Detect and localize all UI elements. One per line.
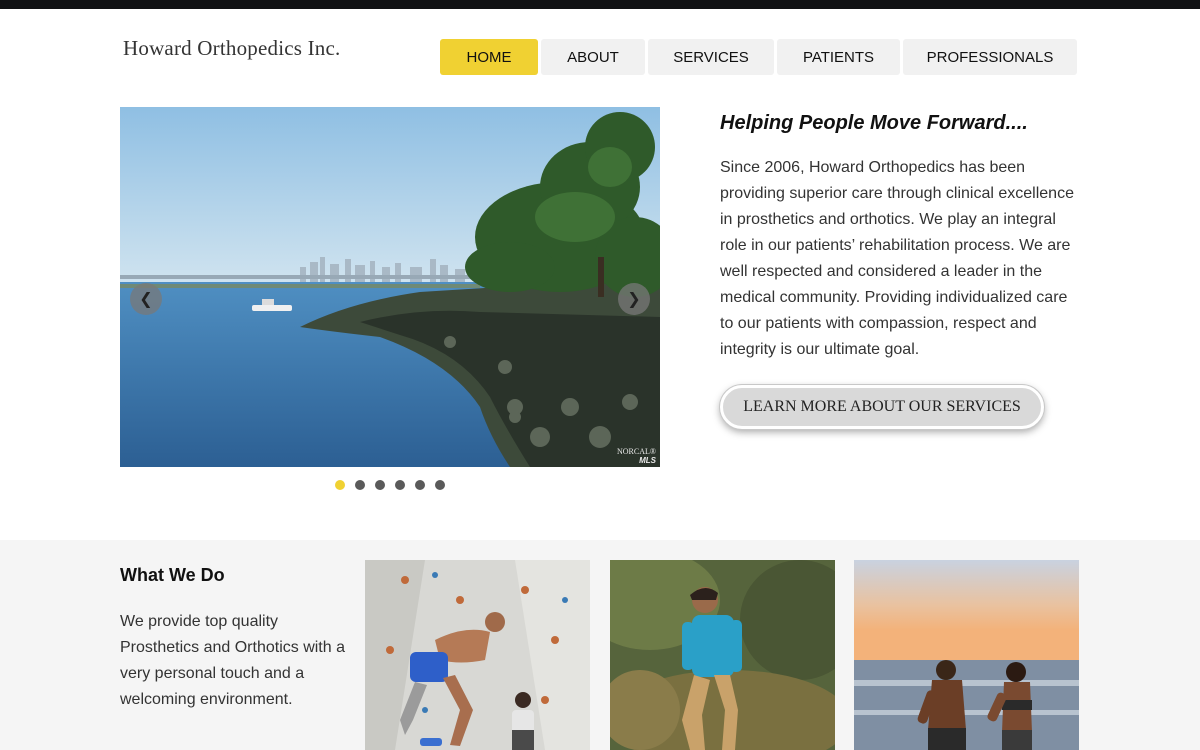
nav-home[interactable]: HOME: [440, 39, 538, 75]
what-we-do-title: What We Do: [120, 565, 225, 585]
watermark-line1: NORCAL®: [617, 447, 656, 456]
top-bar: [0, 0, 1200, 9]
learn-more-button[interactable]: LEARN MORE ABOUT OUR SERVICES: [720, 385, 1044, 429]
hero-description: Since 2006, Howard Orthopedics has been …: [720, 159, 1074, 358]
slide-dot-1[interactable]: [335, 480, 345, 490]
nav-professionals[interactable]: PROFESSIONALS: [903, 39, 1077, 75]
slide-dot-5[interactable]: [415, 480, 425, 490]
nav-patients[interactable]: PATIENTS: [777, 39, 900, 75]
nav-about[interactable]: ABOUT: [541, 39, 645, 75]
slide-dot-6[interactable]: [435, 480, 445, 490]
slider-prev-button[interactable]: ❮: [130, 283, 162, 315]
climbing-photo[interactable]: [365, 560, 590, 750]
beach-running-photo[interactable]: [854, 560, 1079, 750]
walking-photo[interactable]: [610, 560, 835, 750]
slider-pagination: [335, 480, 455, 490]
chevron-left-icon: ❮: [139, 291, 153, 308]
main-nav: HOME ABOUT SERVICES PATIENTS PROFESSIONA…: [440, 39, 1077, 75]
image-watermark: NORCAL® MLS: [617, 447, 656, 465]
slide-dot-4[interactable]: [395, 480, 405, 490]
slide-dot-3[interactable]: [375, 480, 385, 490]
slide-dot-2[interactable]: [355, 480, 365, 490]
nav-services[interactable]: SERVICES: [648, 39, 774, 75]
watermark-line2: MLS: [639, 456, 656, 465]
chevron-right-icon: ❯: [627, 291, 641, 308]
slider-next-button[interactable]: ❯: [618, 283, 650, 315]
what-we-do-description: We provide top quality Prosthetics and O…: [120, 613, 345, 708]
hero-title: Helping People Move Forward....: [720, 112, 1028, 134]
hero-slider-image: [120, 107, 660, 467]
site-logo[interactable]: Howard Orthopedics Inc.: [123, 36, 340, 61]
